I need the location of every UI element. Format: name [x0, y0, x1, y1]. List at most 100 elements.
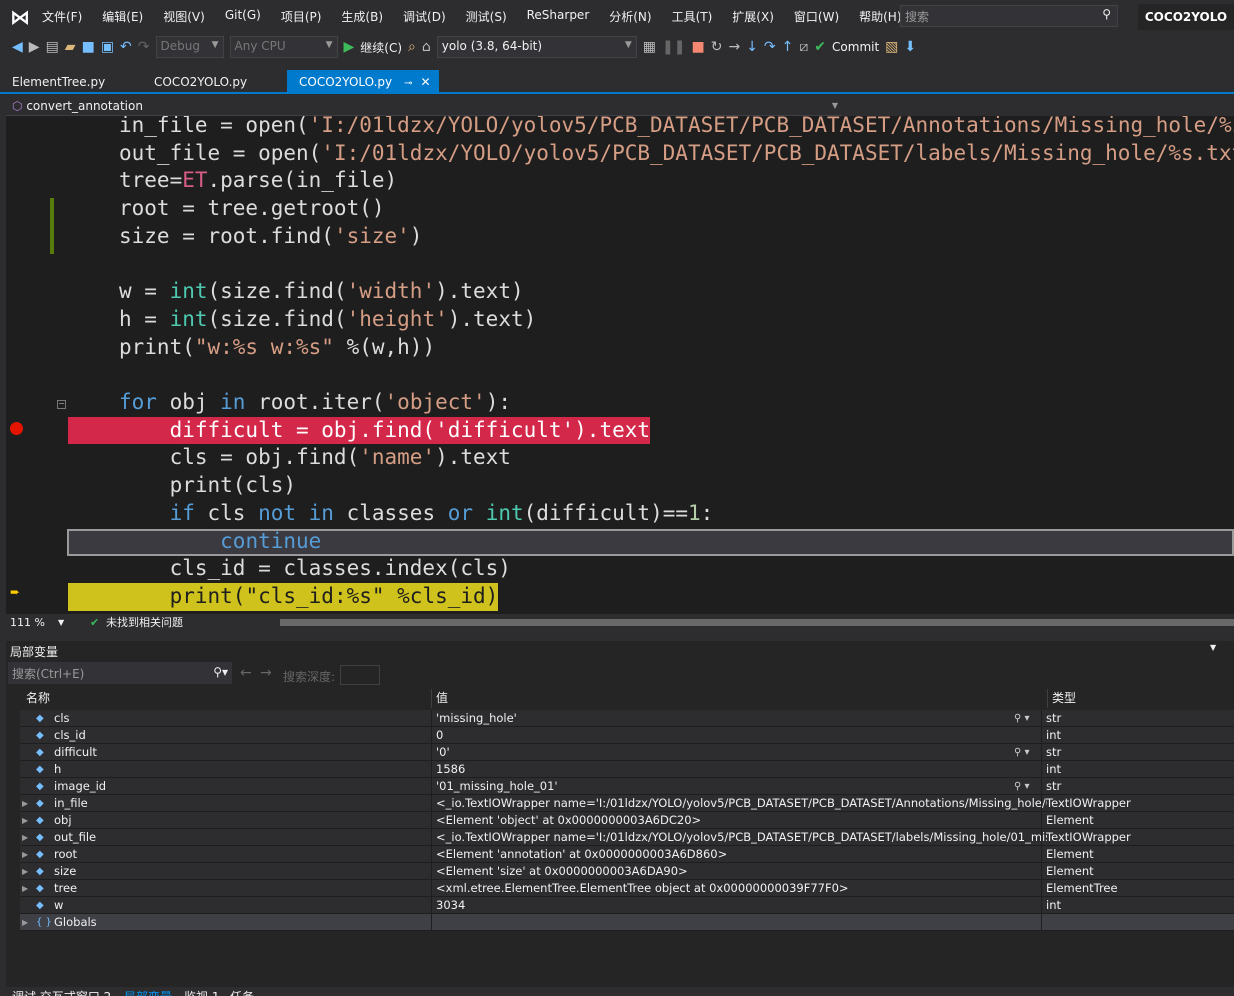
step-out-icon[interactable]: ↑ [782, 39, 794, 55]
menu-item[interactable]: 项目(P) [281, 8, 322, 25]
menu-item[interactable]: 窗口(W) [794, 8, 839, 25]
forward-icon[interactable]: ▶ [29, 39, 40, 55]
commit-button[interactable]: Commit [832, 40, 879, 54]
code-line[interactable]: print(cls) [119, 472, 296, 500]
breakpoint-icon[interactable] [10, 422, 23, 435]
search-depth-select[interactable] [340, 665, 380, 685]
find-icon[interactable]: ⌕ [408, 39, 416, 55]
locals-row[interactable]: ▶ ◆ tree <xml.etree.ElementTree.ElementTree… [20, 880, 1234, 897]
menu-item[interactable]: 调试(D) [403, 8, 446, 25]
variable-value[interactable]: '01_missing_hole_01' [431, 778, 1047, 795]
expand-icon[interactable]: ▶ [22, 829, 28, 846]
code-line[interactable]: cls = obj.find('name').text [119, 444, 511, 472]
show-next-statement-icon[interactable]: → [728, 39, 740, 55]
tab-coco2yolo-active[interactable]: COCO2YOLO.py ⊸ ✕ [287, 70, 439, 94]
home-icon[interactable]: ⌂ [422, 39, 431, 55]
variable-value[interactable]: <Element 'size' at 0x0000000003A6DA90> [431, 863, 1047, 880]
variable-value[interactable]: <_io.TextIOWrapper name='I:/01ldzx/YOLO/… [431, 795, 1047, 812]
zoom-select[interactable]: 111 % [10, 614, 45, 631]
breakpoints-icon[interactable]: ⧄ [799, 39, 808, 55]
pull-icon[interactable]: ⬇ [904, 39, 916, 55]
menu-item[interactable]: ReSharper [527, 8, 590, 25]
expand-icon[interactable]: ▶ [22, 914, 28, 931]
search-input[interactable]: 搜索 ⚲ [900, 5, 1118, 27]
save-all-icon[interactable]: ▣ [101, 39, 114, 55]
menu-item[interactable]: 帮助(H) [859, 8, 901, 25]
menu-item[interactable]: 扩展(X) [732, 8, 774, 25]
step-over-icon[interactable]: ↷ [764, 39, 776, 55]
variable-value[interactable]: 0 [431, 727, 1047, 744]
back-icon[interactable]: ◀ [12, 39, 23, 55]
redo-icon[interactable]: ↷ [138, 39, 150, 55]
undo-icon[interactable]: ↶ [120, 39, 132, 55]
code-line[interactable]: in_file = open('I:/01ldzx/YOLO/yolov5/PC… [119, 116, 1234, 140]
tab-coco2yolo[interactable]: COCO2YOLO.py [142, 70, 259, 94]
locals-row[interactable]: ◆ difficult '0' ⚲ ▾ str [20, 744, 1234, 761]
code-line[interactable]: root = tree.getroot() [119, 195, 385, 223]
pin-icon[interactable]: ⊸ [404, 78, 412, 89]
code-line[interactable]: out_file = open('I:/01ldzx/YOLO/yolov5/P… [119, 140, 1234, 168]
variable-value[interactable]: <_io.TextIOWrapper name='I:/01ldzx/YOLO/… [431, 829, 1047, 846]
search-back-icon[interactable]: ← [240, 665, 252, 681]
git-changes-icon[interactable]: ▧ [885, 39, 898, 55]
pause-icon[interactable]: ❚❚ [662, 39, 685, 55]
tab-watch[interactable]: 监视 1 [184, 988, 219, 996]
variable-value[interactable]: 3034 [431, 897, 1047, 914]
menu-item[interactable]: 文件(F) [42, 8, 82, 25]
code-line[interactable]: h = int(size.find('height').text) [119, 306, 536, 334]
text-visualizer-icon[interactable]: ⚲ ▾ [1014, 744, 1030, 761]
variable-value[interactable]: <xml.etree.ElementTree.ElementTree objec… [431, 880, 1047, 897]
variable-value[interactable] [431, 914, 1047, 931]
platform-select[interactable]: Any CPU ▼ [229, 36, 338, 58]
menu-item[interactable]: 分析(N) [609, 8, 651, 25]
open-folder-icon[interactable]: ▰ [65, 39, 76, 55]
locals-row[interactable]: ▶ ◆ root <Element 'annotation' at 0x0000000… [20, 846, 1234, 863]
locals-row[interactable]: ◆ cls 'missing_hole' ⚲ ▾ str [20, 710, 1234, 727]
locals-row[interactable]: ▶ { } Globals [20, 914, 1234, 931]
locals-row[interactable]: ◆ cls_id 0 int [20, 727, 1234, 744]
variable-value[interactable]: 1586 [431, 761, 1047, 778]
search-forward-icon[interactable]: → [260, 665, 272, 681]
expand-icon[interactable]: ▶ [22, 846, 28, 863]
close-icon[interactable]: ✕ [421, 75, 431, 89]
tab-interactive-window[interactable]: 调试 交互式窗口 2 [12, 988, 111, 996]
chevron-down-icon[interactable]: ▼ [1210, 643, 1216, 652]
tab-tasks[interactable]: 任务 [230, 988, 254, 996]
variable-value[interactable]: <Element 'annotation' at 0x0000000003A6D… [431, 846, 1047, 863]
expand-icon[interactable]: ▶ [22, 863, 28, 880]
tab-elementtree[interactable]: ElementTree.py [0, 70, 117, 94]
restart-icon[interactable]: ↻ [711, 39, 723, 55]
locals-row[interactable]: ◆ w 3034 int [20, 897, 1234, 914]
tab-locals[interactable]: 局部变量 [124, 988, 172, 996]
issues-status[interactable]: 未找到相关问题 [106, 614, 183, 631]
search-icon[interactable]: ⚲▾ [213, 665, 228, 679]
menu-item[interactable]: Git(G) [225, 8, 261, 25]
save-icon[interactable]: ■ [82, 39, 95, 55]
menu-item[interactable]: 工具(T) [672, 8, 713, 25]
chevron-down-icon[interactable]: ▼ [58, 614, 64, 631]
continue-button[interactable]: 继续(C) [360, 39, 402, 56]
locals-row[interactable]: ▶ ◆ obj <Element 'object' at 0x0000000003A6… [20, 812, 1234, 829]
code-line[interactable]: w = int(size.find('width').text) [119, 278, 524, 306]
locals-row[interactable]: ▶ ◆ size <Element 'size' at 0x0000000003A6D… [20, 863, 1234, 880]
code-line[interactable]: print("cls_id:%s" %cls_id) [68, 582, 499, 611]
play-icon[interactable]: ▶ [344, 39, 355, 55]
text-visualizer-icon[interactable]: ⚲ ▾ [1014, 710, 1030, 727]
variable-value[interactable]: 'missing_hole' [431, 710, 1047, 727]
collapse-icon[interactable]: − [57, 400, 66, 409]
layout-icon[interactable]: ▦ [643, 39, 656, 55]
stop-icon[interactable]: ■ [691, 39, 704, 55]
text-visualizer-icon[interactable]: ⚲ ▾ [1014, 778, 1030, 795]
code-line[interactable]: cls_id = classes.index(cls) [119, 555, 511, 583]
locals-row[interactable]: ◆ h 1586 int [20, 761, 1234, 778]
menu-item[interactable]: 生成(B) [341, 8, 383, 25]
code-editor[interactable]: − ➨ in_file = open('I:/01ldzx/YOLO/yolov… [6, 116, 1234, 614]
code-line[interactable]: size = root.find('size') [119, 223, 422, 251]
new-project-icon[interactable]: ▤ [46, 39, 59, 55]
locals-row[interactable]: ◆ image_id '01_missing_hole_01' ⚲ ▾ str [20, 778, 1234, 795]
menu-item[interactable]: 测试(S) [466, 8, 507, 25]
expand-icon[interactable]: ▶ [22, 795, 28, 812]
column-type[interactable]: 类型 [1047, 689, 1076, 708]
code-line[interactable]: if cls not in classes or int(difficult)=… [119, 500, 714, 528]
environment-select[interactable]: yolo (3.8, 64-bit) ▼ [436, 36, 637, 58]
